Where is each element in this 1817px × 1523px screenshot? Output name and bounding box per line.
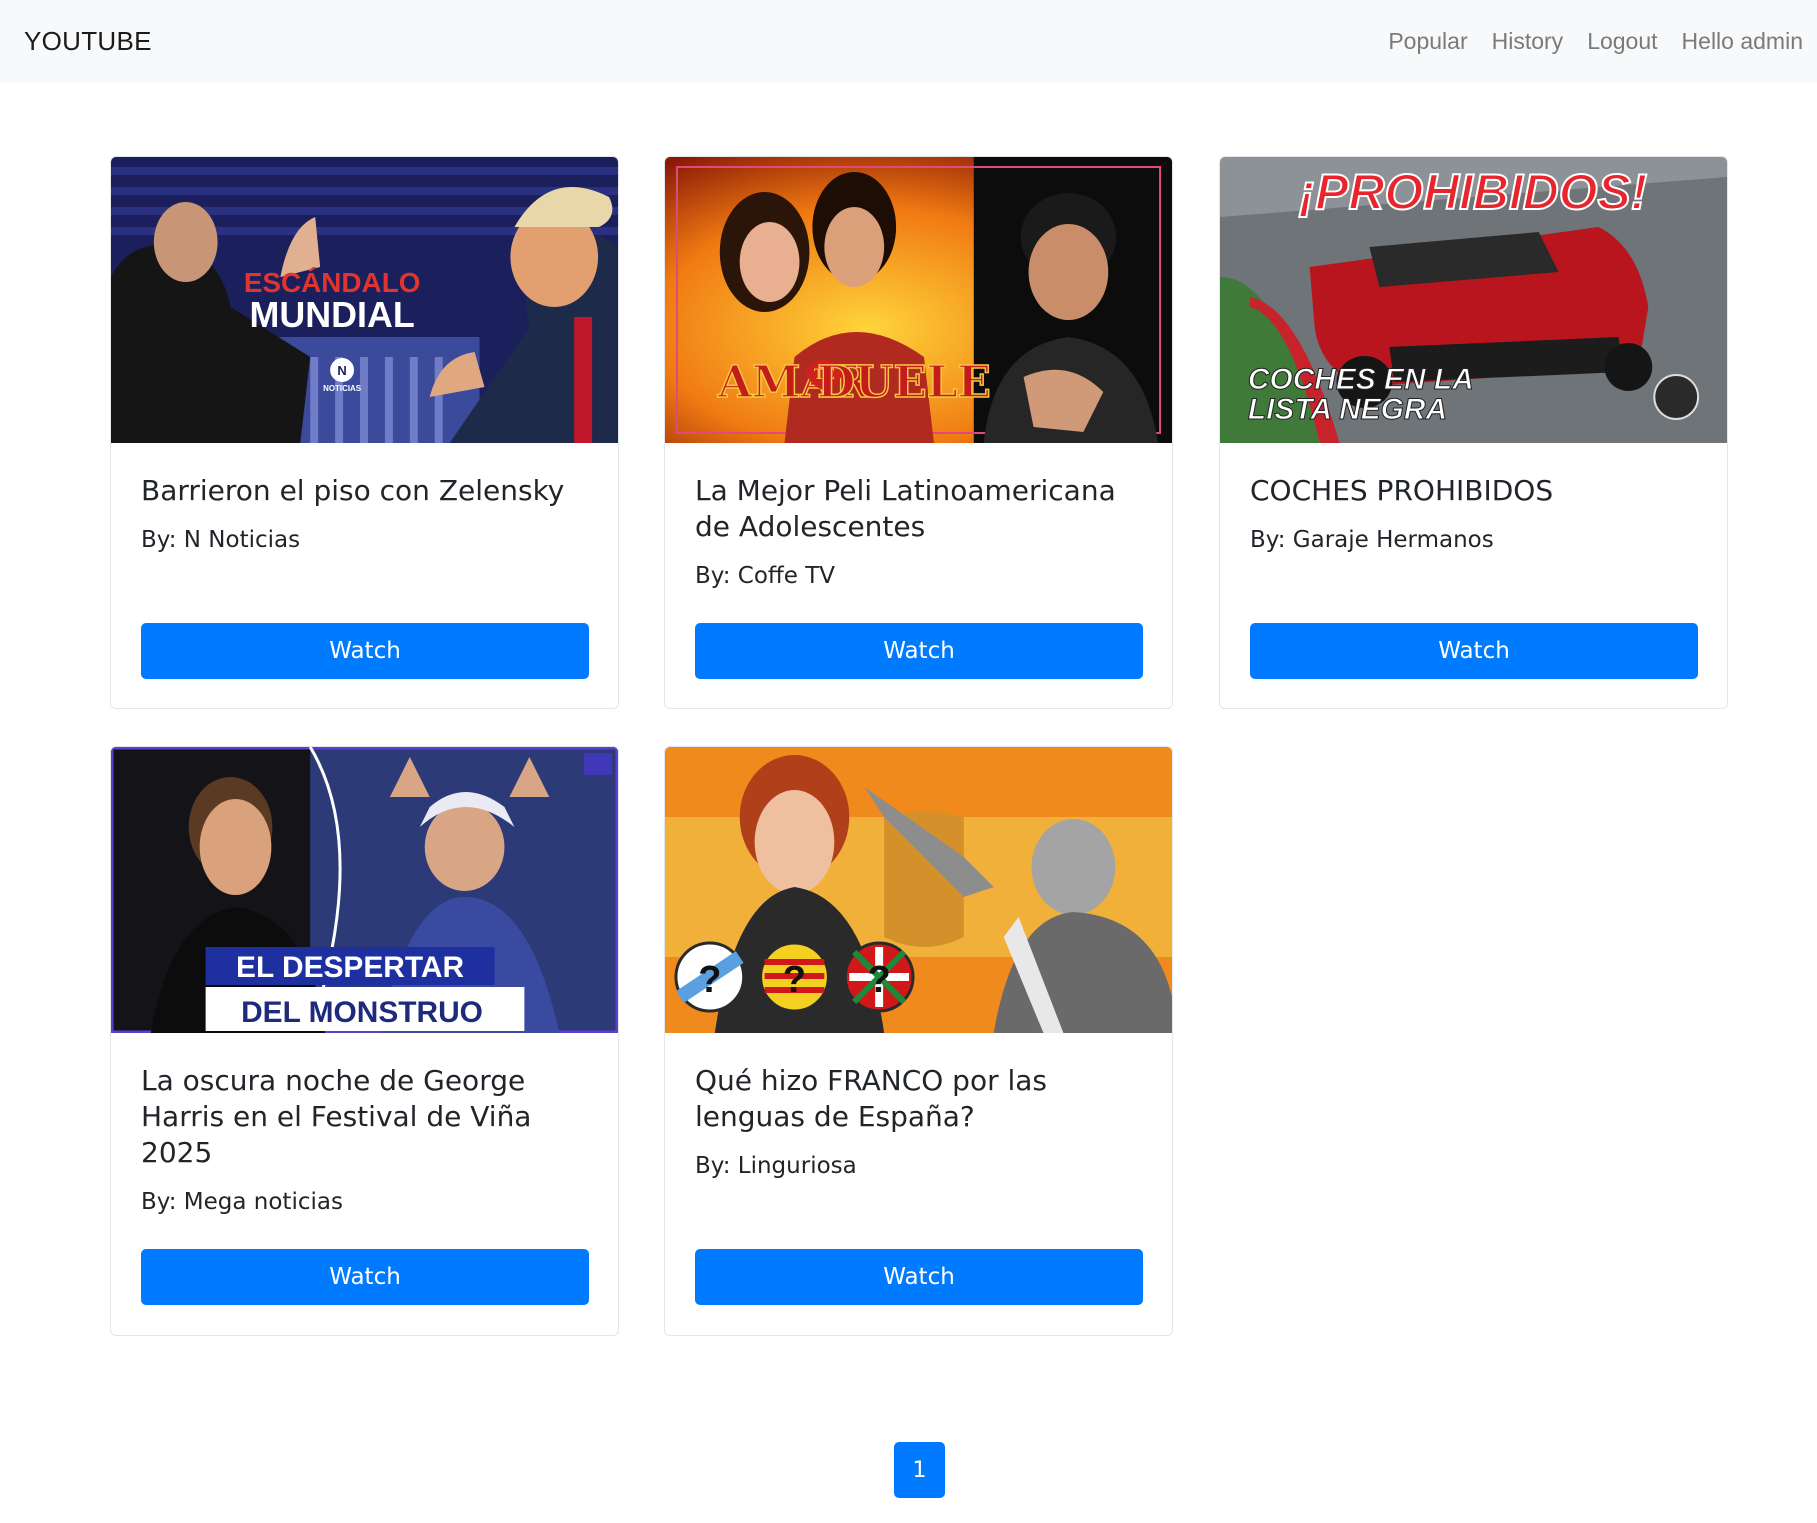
thumb-text: N — [337, 363, 346, 378]
thumb-text: DEL MONSTRUO — [241, 996, 483, 1029]
watch-button[interactable]: Watch — [141, 1249, 589, 1305]
watch-button[interactable]: Watch — [695, 1249, 1143, 1305]
video-card: ¡PROHIBIDOS! COCHES EN LA LISTA NEGRA CO… — [1219, 156, 1728, 709]
video-card: ESCÁNDALO MUNDIAL N NOTICIAS Barrieron e… — [110, 156, 619, 709]
nav-link-user-greeting[interactable]: Hello admin — [1682, 28, 1803, 55]
nav-link-logout[interactable]: Logout — [1587, 28, 1657, 55]
nav-link-history[interactable]: History — [1492, 28, 1564, 55]
thumb-text: COCHES EN LA — [1248, 363, 1474, 396]
card-body: Barrieron el piso con Zelensky By: N Not… — [111, 443, 618, 553]
thumb-text: ? — [783, 959, 806, 1001]
video-title: Barrieron el piso con Zelensky — [141, 474, 565, 507]
video-title: COCHES PROHIBIDOS — [1250, 474, 1554, 507]
watch-button[interactable]: Watch — [1250, 623, 1698, 679]
video-author: By: Linguriosa — [695, 1153, 857, 1179]
thumb-text: EL DESPERTAR — [236, 951, 464, 984]
card-body: Qué hizo FRANCO por las lenguas de Españ… — [665, 1033, 1172, 1179]
thumb-text: MUNDIAL — [250, 294, 415, 335]
video-title: La oscura noche de George Harris en el F… — [141, 1064, 532, 1169]
pagination-page-button[interactable]: 1 — [894, 1442, 945, 1498]
card-body: La Mejor Peli Latinoamericana de Adolesc… — [665, 443, 1172, 589]
video-author: By: Mega noticias — [141, 1189, 343, 1215]
thumb-text: NOTICIAS — [323, 384, 361, 393]
brand-logo[interactable]: YOUTUBE — [24, 26, 152, 57]
video-author: By: Garaje Hermanos — [1250, 527, 1494, 553]
video-thumbnail[interactable]: ? ? ? — [665, 747, 1172, 1033]
thumbnail-image: EL DESPERTAR DEL MONSTRUO — [111, 747, 618, 1033]
navbar: YOUTUBE Popular History Logout Hello adm… — [0, 0, 1817, 83]
video-thumbnail[interactable]: EL DESPERTAR DEL MONSTRUO — [111, 747, 618, 1033]
video-author: By: N Noticias — [141, 527, 301, 553]
video-card: EL DESPERTAR DEL MONSTRUO La oscura noch… — [110, 746, 619, 1336]
thumb-text: LISTA NEGRA — [1248, 393, 1447, 426]
video-title: Qué hizo FRANCO por las lenguas de Españ… — [695, 1064, 1048, 1133]
video-card: AMAR TE DUELE La Mejor Peli Latinoameric… — [664, 156, 1173, 709]
video-thumbnail[interactable]: AMAR TE DUELE — [665, 157, 1172, 443]
video-title: La Mejor Peli Latinoamericana de Adolesc… — [695, 474, 1116, 543]
nav-link-popular[interactable]: Popular — [1388, 28, 1467, 55]
thumbnail-image: ESCÁNDALO MUNDIAL N NOTICIAS — [111, 157, 618, 443]
video-card: ? ? ? Qué hizo FRANCO por las lenguas de… — [664, 746, 1173, 1336]
thumb-text: DUELE — [817, 357, 991, 408]
thumbnail-image: ? ? ? — [665, 747, 1172, 1033]
video-thumbnail[interactable]: ¡PROHIBIDOS! COCHES EN LA LISTA NEGRA — [1220, 157, 1727, 443]
thumb-text: ? — [868, 959, 891, 1001]
thumb-text: ¡PROHIBIDOS! — [1299, 164, 1648, 220]
card-body: COCHES PROHIBIDOS By: Garaje Hermanos — [1220, 443, 1727, 553]
thumbnail-image: AMAR TE DUELE — [665, 157, 1172, 443]
thumb-text: ? — [698, 959, 721, 1001]
card-body: La oscura noche de George Harris en el F… — [111, 1033, 618, 1215]
watch-button[interactable]: Watch — [141, 623, 589, 679]
nav-links: Popular History Logout Hello admin — [1364, 28, 1803, 55]
thumbnail-image: ¡PROHIBIDOS! COCHES EN LA LISTA NEGRA — [1220, 157, 1727, 443]
video-thumbnail[interactable]: ESCÁNDALO MUNDIAL N NOTICIAS — [111, 157, 618, 443]
video-author: By: Coffe TV — [695, 563, 835, 589]
watch-button[interactable]: Watch — [695, 623, 1143, 679]
